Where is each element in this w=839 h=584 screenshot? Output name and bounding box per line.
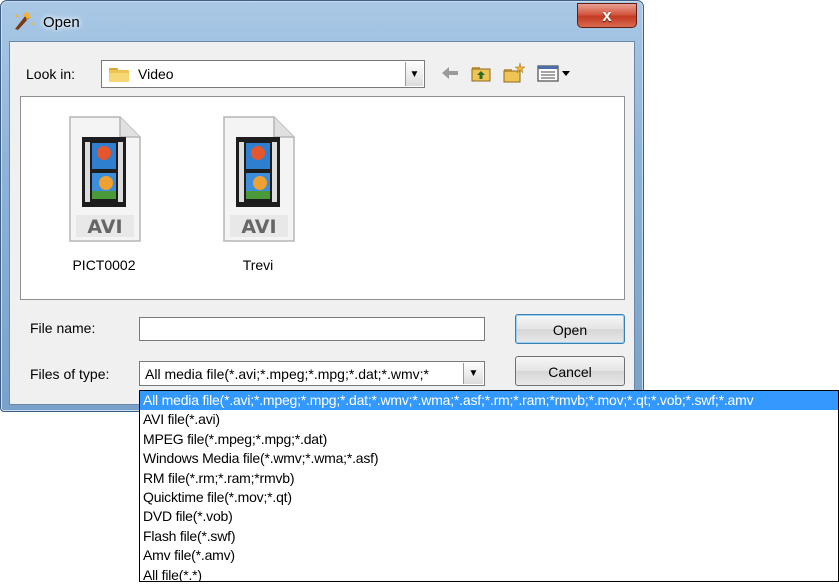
file-item-pict0002[interactable]: AVI PICT0002: [49, 115, 159, 273]
close-icon: x: [602, 6, 612, 25]
dropdown-option-amv[interactable]: Amv file(*.amv): [140, 546, 838, 565]
app-icon: [15, 11, 34, 30]
files-of-type-combo[interactable]: All media file(*.avi;*.mpeg;*.mpg;*.dat;…: [139, 361, 485, 386]
file-item-trevi[interactable]: AVI Trevi: [203, 115, 313, 273]
file-type-label: AVI: [241, 216, 276, 238]
view-menu-icon[interactable]: [536, 62, 576, 84]
new-folder-icon[interactable]: [502, 62, 526, 84]
file-name-label: File name:: [30, 320, 96, 336]
close-button[interactable]: x: [577, 3, 637, 28]
files-of-type-dropdown[interactable]: All media file(*.avi;*.mpeg;*.mpg;*.dat;…: [139, 390, 839, 582]
dropdown-option-mpeg[interactable]: MPEG file(*.mpeg;*.mpg;*.dat): [140, 430, 838, 449]
avi-file-icon: AVI: [223, 116, 295, 242]
file-name: PICT0002: [72, 257, 136, 273]
file-list[interactable]: AVI PICT0002 AVI Trevi: [20, 96, 625, 300]
look-in-combo[interactable]: Video ▼: [101, 60, 425, 88]
back-arrow-icon[interactable]: [440, 62, 460, 84]
file-type-label: AVI: [87, 216, 122, 238]
files-of-type-label: Files of type:: [30, 366, 110, 382]
look-in-label: Look in:: [26, 66, 76, 82]
chevron-down-icon[interactable]: ▼: [405, 62, 423, 86]
up-folder-icon[interactable]: [470, 62, 492, 84]
dropdown-option-flash[interactable]: Flash file(*.swf): [140, 527, 838, 546]
files-of-type-value: All media file(*.avi;*.mpeg;*.mpg;*.dat;…: [145, 366, 429, 382]
look-in-value: Video: [138, 66, 174, 82]
window-title: Open: [43, 14, 80, 31]
dropdown-option-all-media[interactable]: All media file(*.avi;*.mpeg;*.mpg;*.dat;…: [140, 391, 838, 411]
dropdown-option-windows-media[interactable]: Windows Media file(*.wmv;*.wma;*.asf): [140, 449, 838, 468]
dropdown-option-rm[interactable]: RM file(*.rm;*.ram;*rmvb): [140, 469, 838, 488]
dropdown-option-all-files[interactable]: All file(*.*): [140, 566, 838, 581]
cancel-button[interactable]: Cancel: [515, 356, 625, 386]
file-name: Trevi: [242, 257, 274, 273]
avi-file-icon: AVI: [69, 116, 141, 242]
title-bar[interactable]: Open x: [1, 1, 643, 39]
folder-icon: [109, 68, 129, 82]
chevron-down-icon[interactable]: ▼: [463, 363, 483, 384]
open-button[interactable]: Open: [515, 314, 625, 344]
dropdown-option-avi[interactable]: AVI file(*.avi): [140, 410, 838, 429]
file-name-input[interactable]: [139, 317, 485, 341]
dropdown-option-quicktime[interactable]: Quicktime file(*.mov;*.qt): [140, 488, 838, 507]
dropdown-option-dvd[interactable]: DVD file(*.vob): [140, 507, 838, 526]
